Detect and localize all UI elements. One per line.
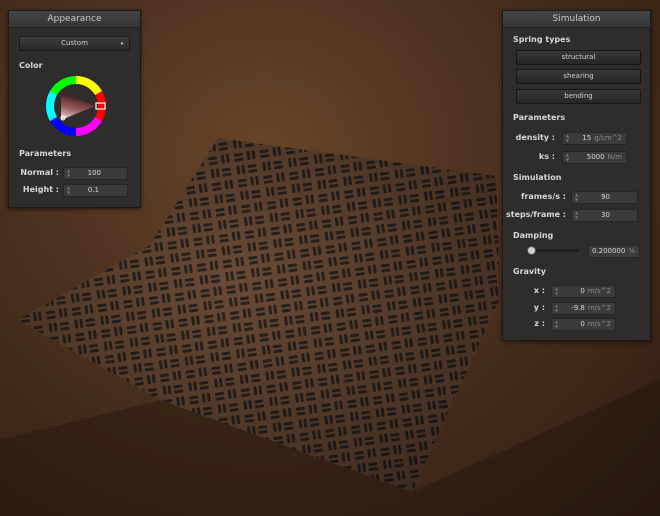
spinner-icon[interactable]: ▲ ▼ [555,319,561,329]
density-input[interactable]: ▲ ▼ 15 g/cm^2 [562,132,627,145]
steps-per-frame-label: steps/frame : [506,210,566,219]
spring-types-label: Spring types [513,35,571,44]
spinner-icon[interactable]: ▲ ▼ [566,152,572,162]
shearing-spring-button[interactable]: shearing [516,69,641,84]
spinner-icon[interactable]: ▲ ▼ [566,133,572,143]
spinner-icon[interactable]: ▲ ▼ [67,185,73,195]
height-label: Height : [22,185,59,194]
simulation-section-label: Simulation [513,173,562,182]
gravity-x-input[interactable]: ▲ ▼ 0 m/s^2 [551,285,616,298]
gravity-z-label: z : [534,319,545,328]
appearance-panel-title: Appearance [9,11,140,28]
gravity-y-input[interactable]: ▲ ▼ -9.8 m/s^2 [551,302,616,315]
spinner-icon[interactable]: ▲ ▼ [67,168,73,178]
color-label: Color [19,61,43,70]
spinner-icon[interactable]: ▲ ▼ [575,192,581,202]
gravity-label: Gravity [513,267,546,276]
appearance-parameters-label: Parameters [19,149,72,158]
simulation-parameters-label: Parameters [513,113,566,122]
normal-input[interactable]: ▲ ▼ 100 [63,167,128,180]
height-input[interactable]: ▲ ▼ 0.1 [63,184,128,197]
fps-label: frames/s : [520,192,566,201]
ks-input[interactable]: ▲ ▼ 5000 N/m [562,151,627,164]
steps-per-frame-input[interactable]: ▲ ▼ 30 [571,209,638,222]
simulation-panel-title: Simulation [503,11,650,28]
damping-input[interactable]: 0.200000% [588,245,640,258]
normal-label: Normal : [20,168,59,177]
spinner-icon[interactable]: ▲ ▼ [555,303,561,313]
chevron-right-icon: ▸ [120,40,124,47]
ks-label: ks : [538,152,555,161]
preset-value: Custom [61,39,88,47]
gravity-x-label: x : [533,286,545,295]
damping-slider-handle[interactable] [527,246,537,255]
density-label: density : [515,133,555,142]
simulation-panel: Simulation Spring types structural shear… [502,10,651,341]
damping-label: Damping [513,231,554,240]
spinner-icon[interactable]: ▲ ▼ [575,210,581,220]
gravity-y-label: y : [533,303,545,312]
fps-input[interactable]: ▲ ▼ 90 [571,191,638,204]
color-wheel[interactable] [46,76,106,136]
spinner-icon[interactable]: ▲ ▼ [555,286,561,296]
bending-spring-button[interactable]: bending [516,89,641,104]
structural-spring-button[interactable]: structural [516,50,641,65]
damping-slider[interactable] [531,249,579,252]
gravity-z-input[interactable]: ▲ ▼ 0 m/s^2 [551,318,616,331]
preset-dropdown[interactable]: Custom ▸ [19,36,130,51]
appearance-panel: Appearance Custom ▸ Color Parameters Nor… [8,10,141,208]
